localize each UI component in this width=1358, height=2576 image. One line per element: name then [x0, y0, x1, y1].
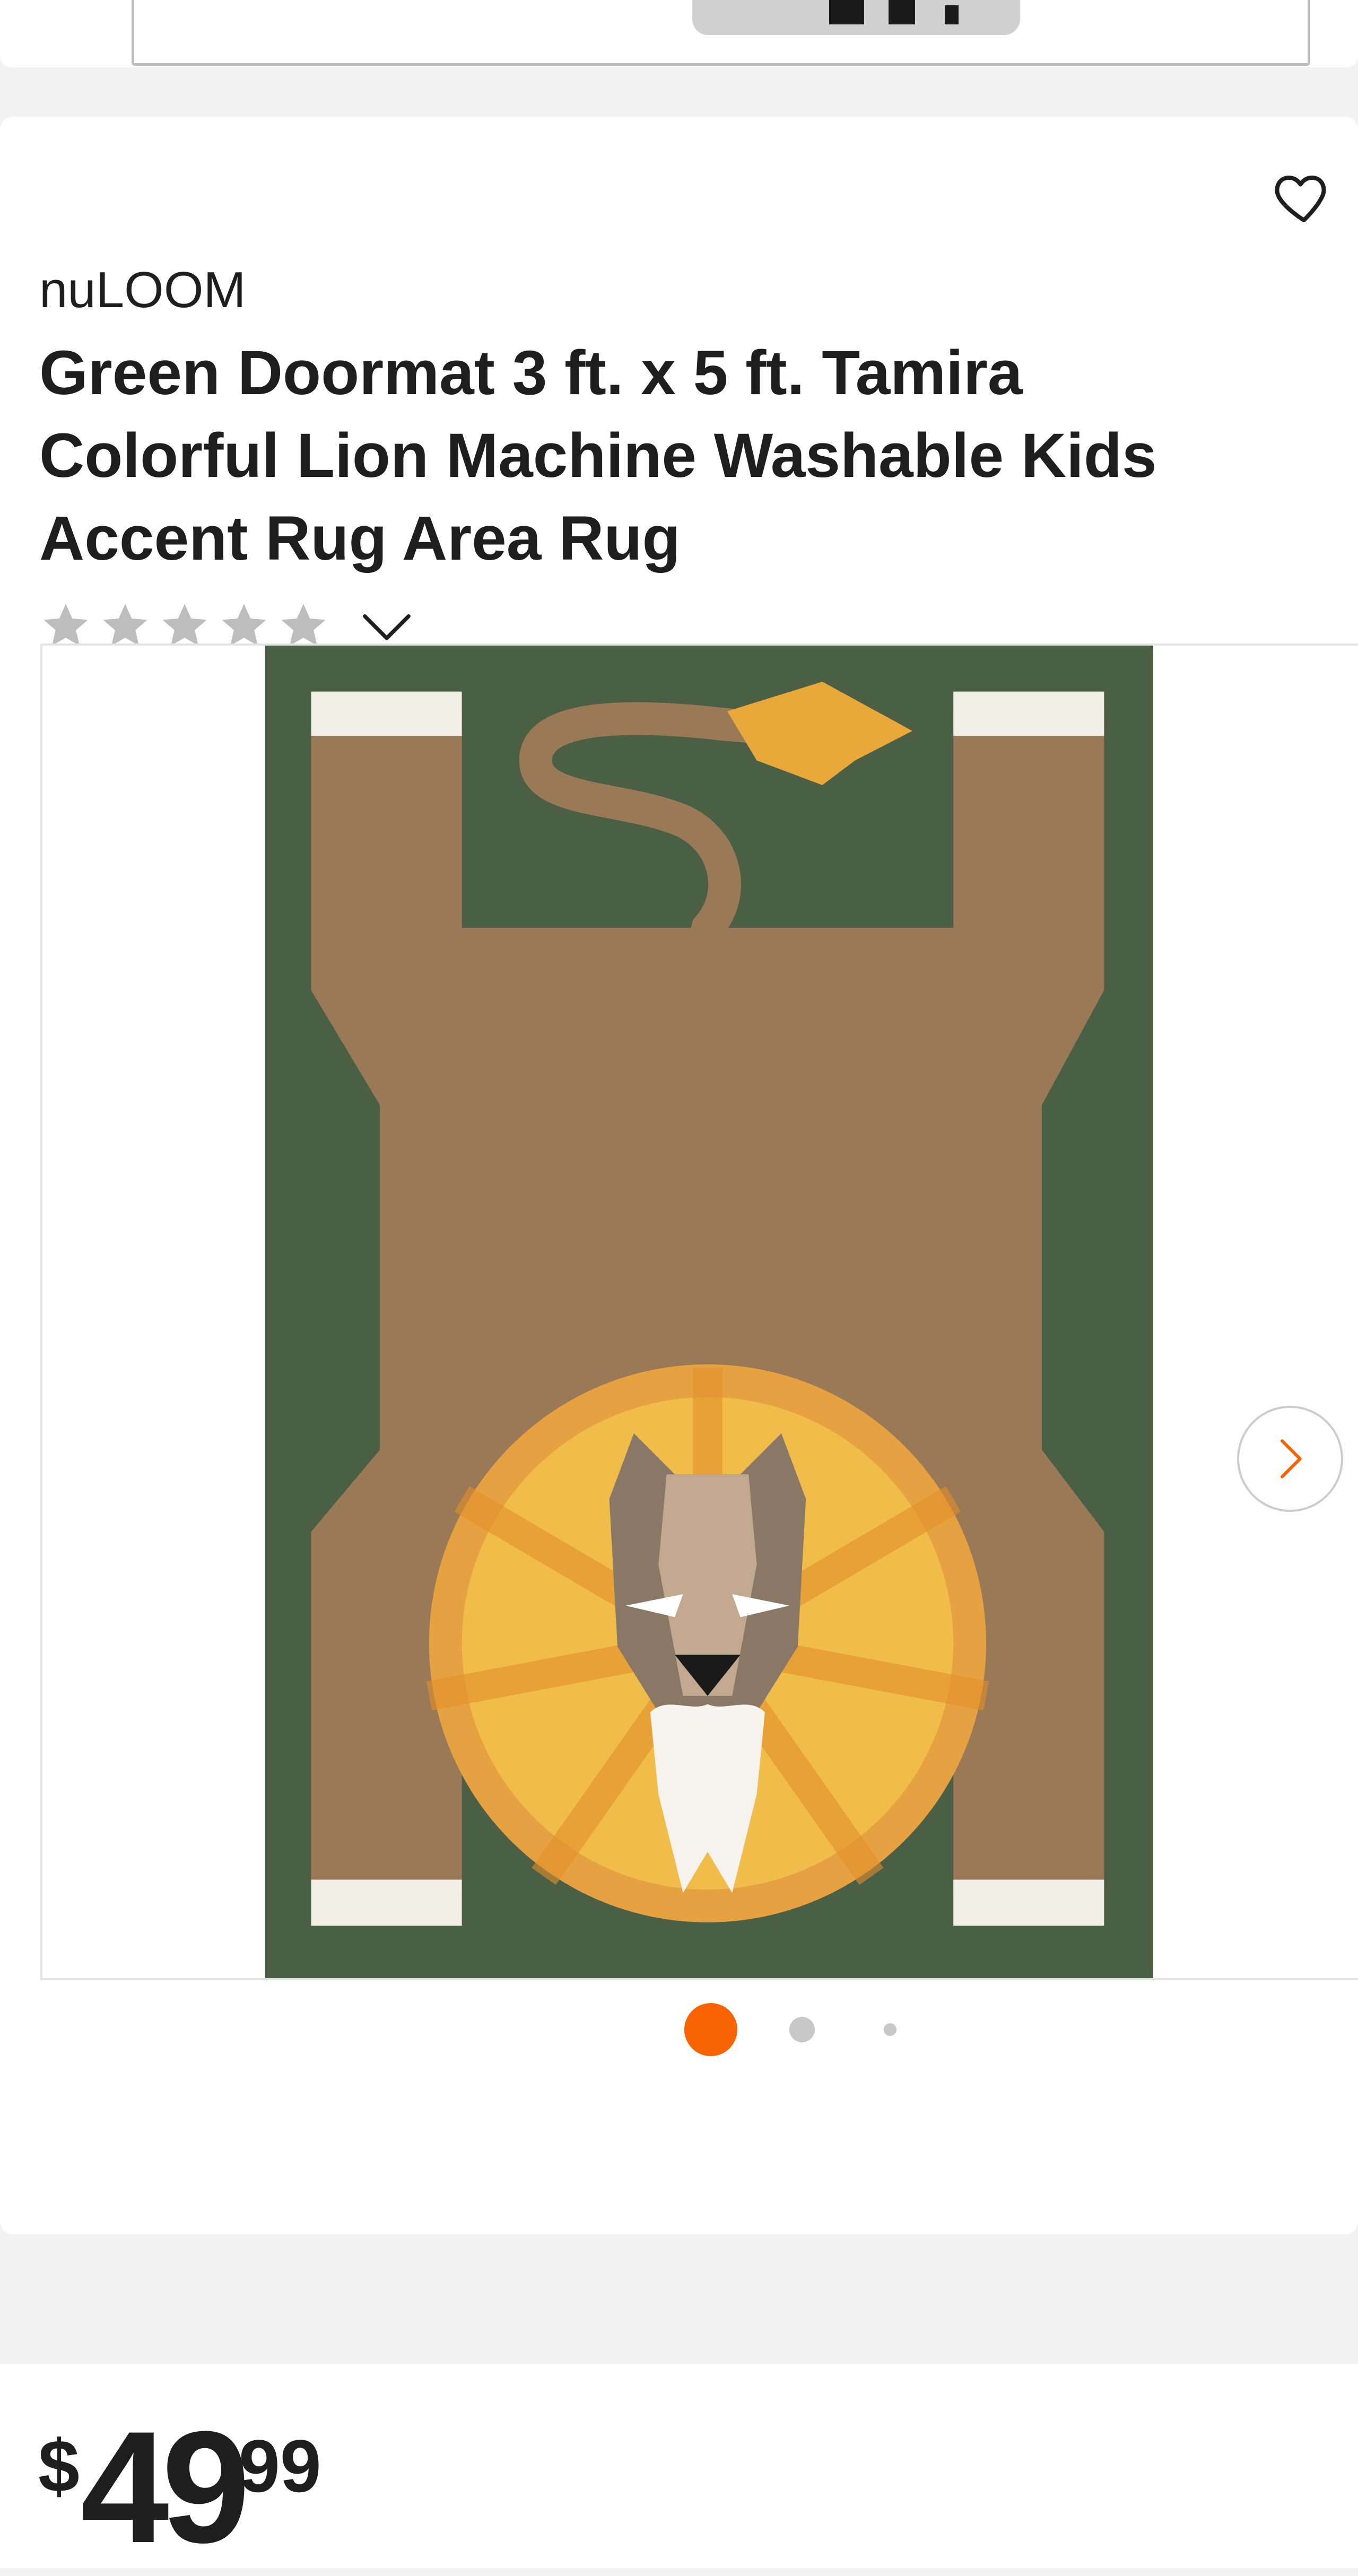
heart-outline-icon	[1275, 176, 1326, 222]
image-pagination	[0, 2003, 1358, 2067]
product-image[interactable]	[265, 646, 1153, 1978]
favorite-button[interactable]	[1272, 164, 1336, 228]
chevron-right-icon	[1281, 1439, 1302, 1478]
image-gallery[interactable]	[40, 643, 1358, 1980]
previous-section-card	[0, 0, 1358, 67]
price-currency: $	[38, 2424, 80, 2508]
control-bar	[889, 0, 915, 24]
price-cents: 99	[239, 2424, 321, 2508]
pagination-dot-active[interactable]	[684, 2003, 737, 2056]
control-bar	[829, 0, 864, 24]
control-bar	[945, 5, 959, 24]
price-dollars: 49	[81, 2398, 250, 2576]
pagination-dot[interactable]	[789, 2017, 815, 2042]
previous-section-box	[132, 0, 1310, 66]
product-title: Green Doormat 3 ft. x 5 ft. Tamira Color…	[39, 338, 1157, 573]
next-image-button[interactable]	[1237, 1406, 1343, 1512]
pagination-dot[interactable]	[884, 2023, 896, 2036]
brand-name[interactable]: nuLOOM	[39, 261, 246, 319]
previous-section-control[interactable]	[692, 0, 1020, 35]
price-section: $ 49 99	[0, 2364, 1358, 2568]
